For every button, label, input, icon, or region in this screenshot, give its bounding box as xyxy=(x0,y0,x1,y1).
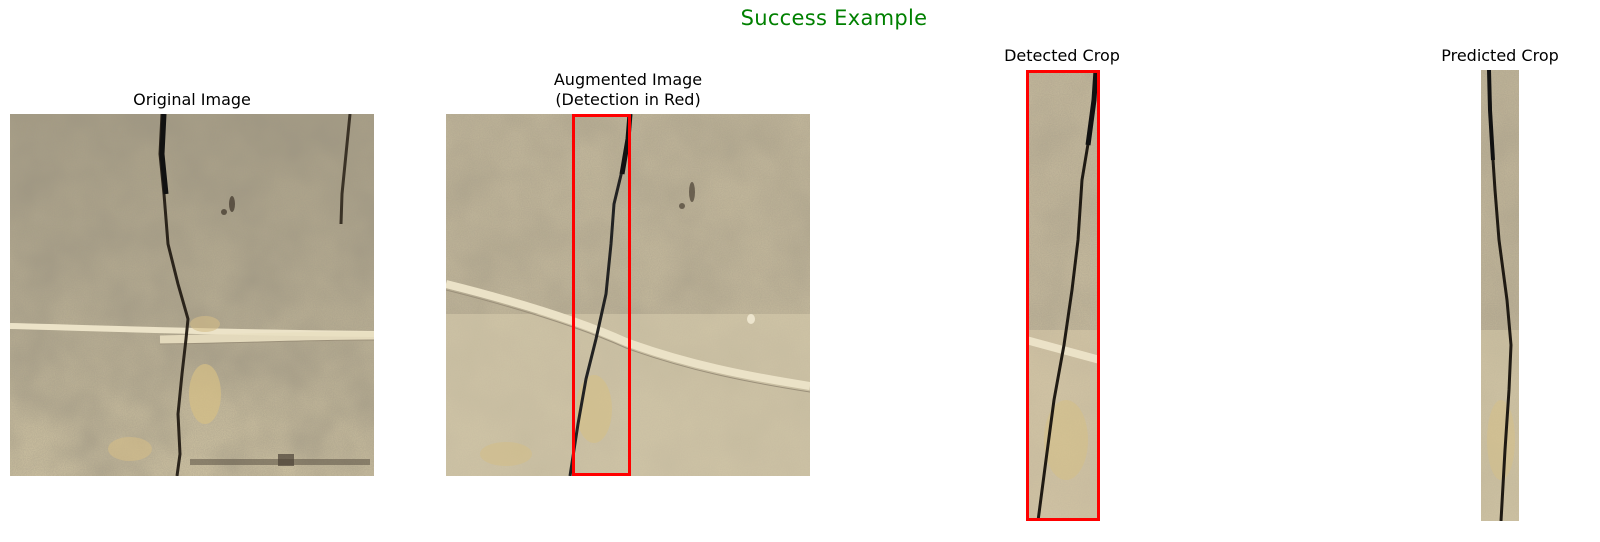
augmented-image xyxy=(446,114,810,476)
panel-title-detected-crop: Detected Crop xyxy=(1004,46,1120,65)
panel-title-augmented: Augmented Image (Detection in Red) xyxy=(553,70,703,109)
detected-crop-image xyxy=(1026,70,1100,521)
panel-title-predicted-crop: Predicted Crop xyxy=(1441,46,1559,65)
predicted-crop-image xyxy=(1481,70,1519,521)
figure-title: Success Example xyxy=(740,6,928,30)
original-image xyxy=(10,114,374,476)
panel-title-original: Original Image xyxy=(133,90,251,109)
